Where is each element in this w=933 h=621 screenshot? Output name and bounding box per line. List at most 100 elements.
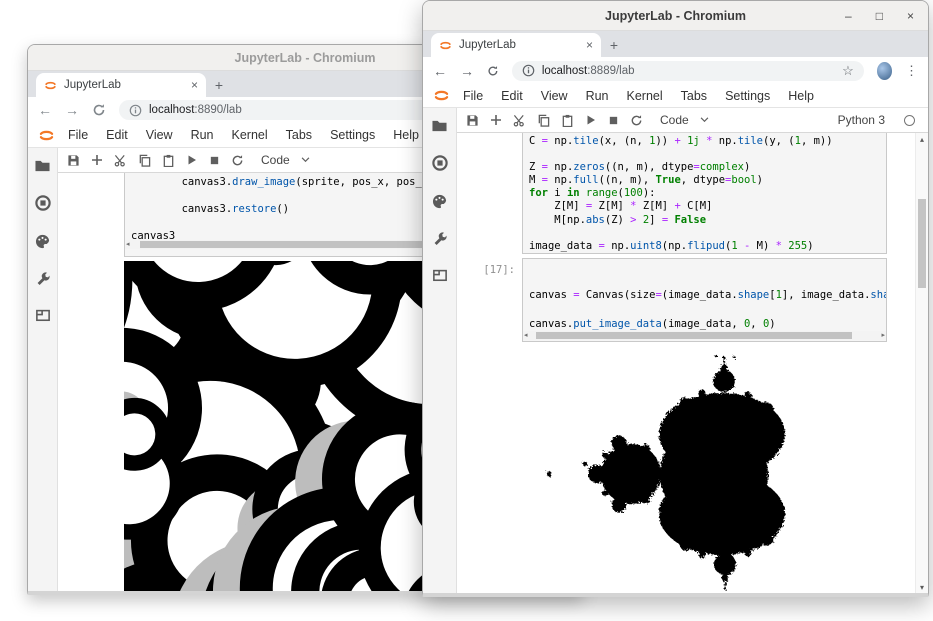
- menu-file[interactable]: File: [59, 128, 97, 142]
- forward-arrow-icon[interactable]: →: [65, 103, 79, 117]
- vscroll-thumb[interactable]: [918, 199, 926, 288]
- address-bar[interactable]: localhost:8889/lab ☆: [512, 61, 864, 81]
- new-tab-button[interactable]: +: [601, 33, 627, 57]
- back-window-title: JupyterLab - Chromium: [235, 51, 376, 65]
- vscroll-down-icon[interactable]: ▾: [916, 581, 928, 593]
- menu-settings[interactable]: Settings: [321, 128, 384, 142]
- tab-title: JupyterLab: [64, 79, 184, 91]
- window-controls: – □ ×: [845, 1, 914, 30]
- front-menu-items: FileEditViewRunKernelTabsSettingsHelp: [454, 87, 823, 105]
- cell-execution-prompt: [17]:: [465, 264, 515, 276]
- vscroll-up-icon[interactable]: ▴: [916, 133, 928, 145]
- info-icon[interactable]: [129, 104, 142, 117]
- url-text: localhost:8890/lab: [149, 104, 242, 116]
- menu-tabs[interactable]: Tabs: [277, 128, 321, 142]
- front-cell-hscrollbar[interactable]: ◂ ▸: [523, 331, 886, 340]
- jupyter-logo: [433, 89, 450, 102]
- add-cell-icon[interactable]: [91, 154, 103, 166]
- chevron-down-icon[interactable]: [700, 117, 709, 123]
- run-icon[interactable]: [186, 154, 198, 166]
- hscroll-left-icon[interactable]: ◂: [126, 241, 130, 248]
- run-icon[interactable]: [585, 114, 597, 126]
- property-inspector-icon[interactable]: [35, 271, 51, 287]
- copy-icon[interactable]: [537, 114, 550, 127]
- new-tab-button[interactable]: +: [206, 73, 232, 97]
- menu-run[interactable]: Run: [577, 89, 618, 103]
- kernel-status-icon[interactable]: [904, 115, 915, 126]
- save-icon[interactable]: [466, 114, 479, 127]
- front-notebook-scroll[interactable]: C = np.tile(x, (n, 1)) + 1j * np.tile(y,…: [457, 133, 915, 593]
- restart-kernel-icon[interactable]: [630, 114, 643, 127]
- save-icon[interactable]: [67, 154, 80, 167]
- menu-edit[interactable]: Edit: [97, 128, 137, 142]
- open-tabs-icon[interactable]: [35, 308, 51, 322]
- restart-kernel-icon[interactable]: [231, 154, 244, 167]
- back-arrow-icon[interactable]: ←: [38, 103, 52, 117]
- front-jupyterlab-menubar: FileEditViewRunKernelTabsSettingsHelp: [423, 84, 928, 108]
- maximize-button[interactable]: □: [876, 9, 883, 23]
- stop-icon[interactable]: [608, 115, 619, 126]
- close-button[interactable]: ×: [907, 9, 914, 23]
- cut-icon[interactable]: [513, 114, 526, 127]
- menu-kernel[interactable]: Kernel: [223, 128, 277, 142]
- paste-icon[interactable]: [561, 114, 574, 127]
- copy-icon[interactable]: [138, 154, 151, 167]
- bookmark-star-icon[interactable]: ☆: [842, 63, 854, 79]
- reload-icon[interactable]: [487, 64, 499, 78]
- tab-title: JupyterLab: [459, 39, 579, 51]
- running-kernels-icon[interactable]: [431, 154, 449, 172]
- cell-type-dropdown[interactable]: Code: [660, 113, 689, 127]
- front-tabstrip: JupyterLab × +: [423, 31, 928, 57]
- front-notebook-area: Code Python 3 C = np.tile(x, (n, 1)) + 1…: [457, 108, 928, 593]
- menu-run[interactable]: Run: [182, 128, 223, 142]
- menu-tabs[interactable]: Tabs: [672, 89, 716, 103]
- forward-arrow-icon[interactable]: →: [460, 64, 474, 78]
- menu-settings[interactable]: Settings: [716, 89, 779, 103]
- mandelbrot-code-cell[interactable]: C = np.tile(x, (n, 1)) + 1j * np.tile(y,…: [522, 133, 887, 254]
- menu-edit[interactable]: Edit: [492, 89, 532, 103]
- property-inspector-icon[interactable]: [432, 231, 448, 247]
- tab-close-icon[interactable]: ×: [586, 38, 593, 52]
- back-left-sidebar: [28, 148, 58, 591]
- tab-close-icon[interactable]: ×: [191, 78, 198, 92]
- front-notebook-vscrollbar[interactable]: ▴ ▾: [915, 133, 928, 593]
- add-cell-icon[interactable]: [490, 114, 502, 126]
- address-bar[interactable]: localhost:8890/lab: [119, 100, 449, 120]
- url-host: localhost: [542, 65, 587, 77]
- front-window-title: JupyterLab - Chromium: [605, 9, 746, 23]
- kernel-name[interactable]: Python 3: [838, 113, 885, 127]
- menu-help[interactable]: Help: [779, 89, 823, 103]
- url-path: :8890/lab: [194, 104, 241, 116]
- command-palette-icon[interactable]: [431, 193, 448, 210]
- front-url-row: ← → localhost:8889/lab ☆ ⋮: [423, 57, 928, 84]
- jupyter-favicon: [44, 80, 57, 91]
- reload-icon[interactable]: [92, 103, 106, 117]
- front-notebook-toolbar: Code Python 3: [457, 108, 928, 133]
- back-browser-tab[interactable]: JupyterLab ×: [36, 73, 206, 97]
- back-arrow-icon[interactable]: ←: [433, 64, 447, 78]
- open-tabs-icon[interactable]: [432, 268, 448, 282]
- hscroll-right-icon[interactable]: ▸: [881, 332, 885, 339]
- chevron-down-icon[interactable]: [301, 157, 310, 163]
- canvas-code-cell[interactable]: canvas = Canvas(size=(image_data.shape[1…: [522, 258, 887, 342]
- cut-icon[interactable]: [114, 154, 127, 167]
- command-palette-icon[interactable]: [34, 233, 51, 250]
- cell-type-dropdown[interactable]: Code: [261, 153, 290, 167]
- menu-view[interactable]: View: [532, 89, 577, 103]
- front-titlebar[interactable]: JupyterLab - Chromium – □ ×: [423, 1, 928, 31]
- minimize-button[interactable]: –: [845, 9, 852, 23]
- file-browser-icon[interactable]: [431, 118, 448, 133]
- menu-file[interactable]: File: [454, 89, 492, 103]
- stop-icon[interactable]: [209, 155, 220, 166]
- profile-avatar[interactable]: [877, 62, 892, 80]
- info-icon[interactable]: [522, 64, 535, 77]
- browser-menu-icon[interactable]: ⋮: [905, 63, 918, 79]
- paste-icon[interactable]: [162, 154, 175, 167]
- running-kernels-icon[interactable]: [34, 194, 52, 212]
- file-browser-icon[interactable]: [34, 158, 51, 173]
- hscroll-left-icon[interactable]: ◂: [524, 332, 528, 339]
- menu-view[interactable]: View: [137, 128, 182, 142]
- url-path: :8889/lab: [587, 65, 634, 77]
- front-browser-tab[interactable]: JupyterLab ×: [431, 33, 601, 57]
- menu-kernel[interactable]: Kernel: [618, 89, 672, 103]
